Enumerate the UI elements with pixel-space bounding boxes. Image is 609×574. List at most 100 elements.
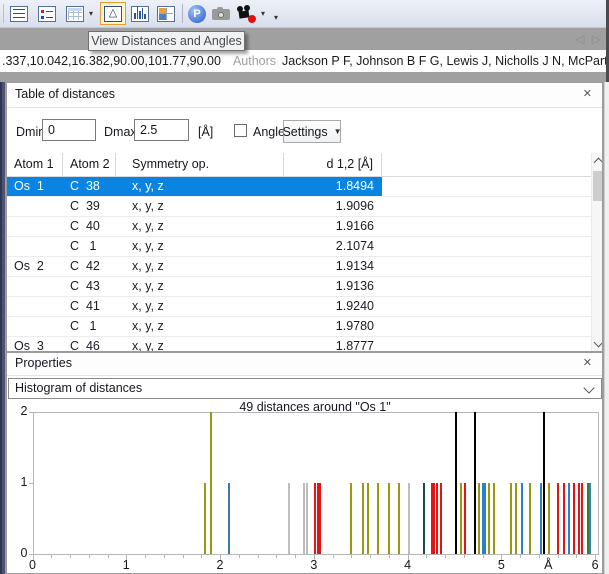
cell-atom2: C 40 [63,217,116,236]
table-scrollbar[interactable] [591,153,603,352]
scrollbar-up-icon[interactable] [592,153,603,168]
histogram-icon [131,6,149,22]
table-row[interactable]: C 1x, y, z1.9780 [7,317,591,337]
x-minor-tick [201,555,202,558]
x-minor-tick [183,555,184,558]
cell-distance: 1.9136 [284,277,382,296]
histogram-bar [455,412,457,554]
cell-distance: 2.1074 [284,237,382,256]
table-row[interactable]: C 41x, y, z1.9240 [7,297,591,317]
cell-distance: 1.8777 [284,337,382,352]
distances-panel-close-icon[interactable]: ✕ [583,87,592,100]
histogram-bar [482,483,484,554]
column-header-atom1[interactable]: Atom 1 [7,153,63,176]
cell-symmetry: x, y, z [116,197,284,216]
x-minor-tick [520,555,521,558]
scrollbar-thumb[interactable] [593,171,603,201]
panel-dock-arrow-icon[interactable]: ▾ [104,91,108,100]
histogram-bar [228,483,230,554]
angstrom-unit-label: [Å] [198,125,213,139]
cell-symmetry: x, y, z [116,297,284,316]
x-tick-label: 0 [23,558,43,572]
property-selector-combobox[interactable]: Histogram of distances [8,378,602,399]
cell-atom2: C 42 [63,257,116,276]
authors-text: Jackson P F, Johnson B F G, Lewis J, Nic… [282,54,606,68]
cell-atom1 [7,317,63,336]
table-row[interactable]: C 1x, y, z2.1074 [7,237,591,257]
view-list-button[interactable] [36,3,58,24]
dmax-input[interactable] [134,119,189,141]
x-minor-tick [239,555,240,558]
column-header-atom2[interactable]: Atom 2 [63,153,116,176]
table-row[interactable]: Os 3C 46x, y, z1.8777 [7,337,591,352]
properties-panel-header: Properties ✕ [7,353,602,376]
toolbar-overflow-icon[interactable]: ▾ [274,13,278,22]
histogram-bar [521,483,523,554]
column-header-symmetry[interactable]: Symmetry op. [116,153,284,176]
properties-panel-close-icon[interactable]: ✕ [583,356,592,369]
y-tick-label: 1 [7,475,28,489]
cell-distance: 1.8494 [284,177,382,196]
plot-top-border [33,412,599,413]
chevron-down-icon [583,382,594,393]
x-tick-label: 5 [491,558,511,572]
cell-distance: 1.9166 [284,217,382,236]
settings-dropdown-icon: ▼ [334,127,342,136]
cell-symmetry: x, y, z [116,337,284,352]
render-dropdown-icon[interactable]: ▾ [261,9,265,18]
histogram-bar [540,483,542,554]
camera-icon [212,7,230,20]
cell-atom1: Os 2 [7,257,63,276]
histogram-bar [317,483,319,554]
histogram-bar [436,483,438,554]
cell-atom2: C 1 [63,237,116,256]
column-header-distance[interactable]: d 1,2 [Å] [284,153,382,176]
x-minor-tick [295,555,296,558]
histogram-bar [314,483,316,554]
snapshot-button[interactable] [210,3,232,24]
cell-symmetry: x, y, z [116,257,284,276]
histogram-bar [460,483,462,554]
histogram-bar [433,483,435,554]
table-row[interactable]: C 43x, y, z1.9136 [7,277,591,297]
histogram-bar [568,483,570,554]
histogram-bar [388,483,390,554]
view-spreadsheet-button[interactable] [155,3,177,24]
histogram-bar [362,483,364,554]
view-table-button[interactable] [64,3,86,24]
view-histograms-button[interactable] [129,3,151,24]
x-minor-tick [576,555,577,558]
view-table-dropdown-icon[interactable]: ▾ [89,9,93,18]
angles-checkbox[interactable] [234,124,247,137]
dmin-input[interactable] [42,119,96,141]
x-tick-label: 2 [210,558,230,572]
dock-divider[interactable] [0,82,5,574]
scrollbar-down-icon[interactable] [592,336,603,351]
structure-nav-arrows[interactable]: ◁ ▷ [575,32,603,46]
platon-button[interactable]: P [186,3,208,24]
x-tick-label: 6 [585,558,603,572]
histogram-bar [408,483,410,554]
table-row[interactable]: C 40x, y, z1.9166 [7,217,591,237]
settings-button-label: Settings [282,125,327,139]
table-row[interactable]: Os 1C 38x, y, z1.8494 [7,177,591,197]
cell-symmetry: x, y, z [116,277,284,296]
authors-label: Authors [233,54,276,68]
cell-atom1: Os 1 [7,177,63,196]
cell-atom2: C 1 [63,317,116,336]
table-row[interactable]: Os 2C 42x, y, z1.9134 [7,257,591,277]
view-distances-angles-button[interactable]: △ [100,2,126,25]
histogram-bar [563,483,565,554]
structure-info-bar: .337,10.042,16.382,90.00,101.77,90.00Aut… [0,50,606,72]
view-text-button[interactable] [8,3,30,24]
table-row[interactable]: C 39x, y, z1.9096 [7,197,591,217]
histogram-bar [377,483,379,554]
spreadsheet-icon [157,6,175,22]
cell-atom2: C 38 [63,177,116,196]
histogram-bar [587,483,589,554]
cell-atom1 [7,277,63,296]
render-movie-button[interactable] [234,3,258,24]
settings-button[interactable]: Settings ▼ [283,120,341,143]
histogram-bar [423,483,425,554]
x-minor-tick [333,555,334,558]
